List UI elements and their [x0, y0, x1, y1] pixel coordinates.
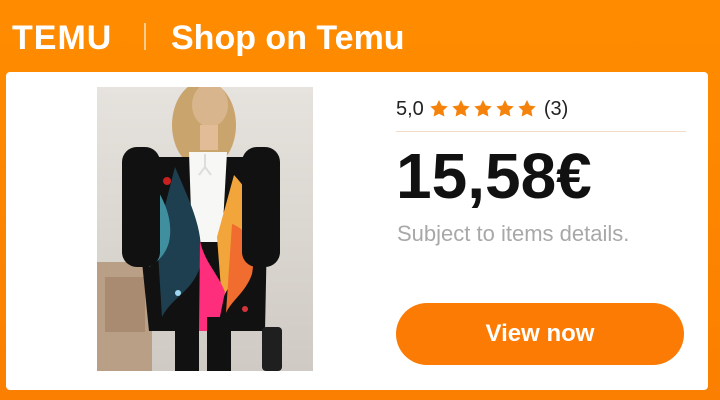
review-count: (3) — [543, 97, 569, 120]
star-icon — [518, 100, 536, 117]
rating-row: 5,0 (3) — [396, 95, 568, 123]
star-icon — [430, 100, 448, 117]
product-price: 15,58€ — [396, 140, 592, 212]
star-icon — [474, 100, 492, 117]
product-photo-icon — [97, 87, 313, 371]
rating-value: 5,0 — [396, 97, 424, 120]
star-icon — [452, 100, 470, 117]
banner-header: TEMU Shop on Temu — [0, 0, 720, 72]
divider-line — [396, 131, 686, 132]
subject-note: Subject to items details. — [397, 221, 630, 246]
ad-banner[interactable]: TEMU Shop on Temu 5,0 (3) 15,58€ Subject… — [0, 0, 720, 400]
product-image[interactable] — [97, 87, 313, 371]
header-divider — [144, 23, 146, 50]
view-now-button[interactable]: View now — [396, 303, 684, 365]
header-title: Shop on Temu — [171, 19, 405, 57]
temu-logo: TEMU — [12, 19, 113, 57]
star-icon — [496, 100, 514, 117]
rating-stars — [428, 98, 538, 120]
